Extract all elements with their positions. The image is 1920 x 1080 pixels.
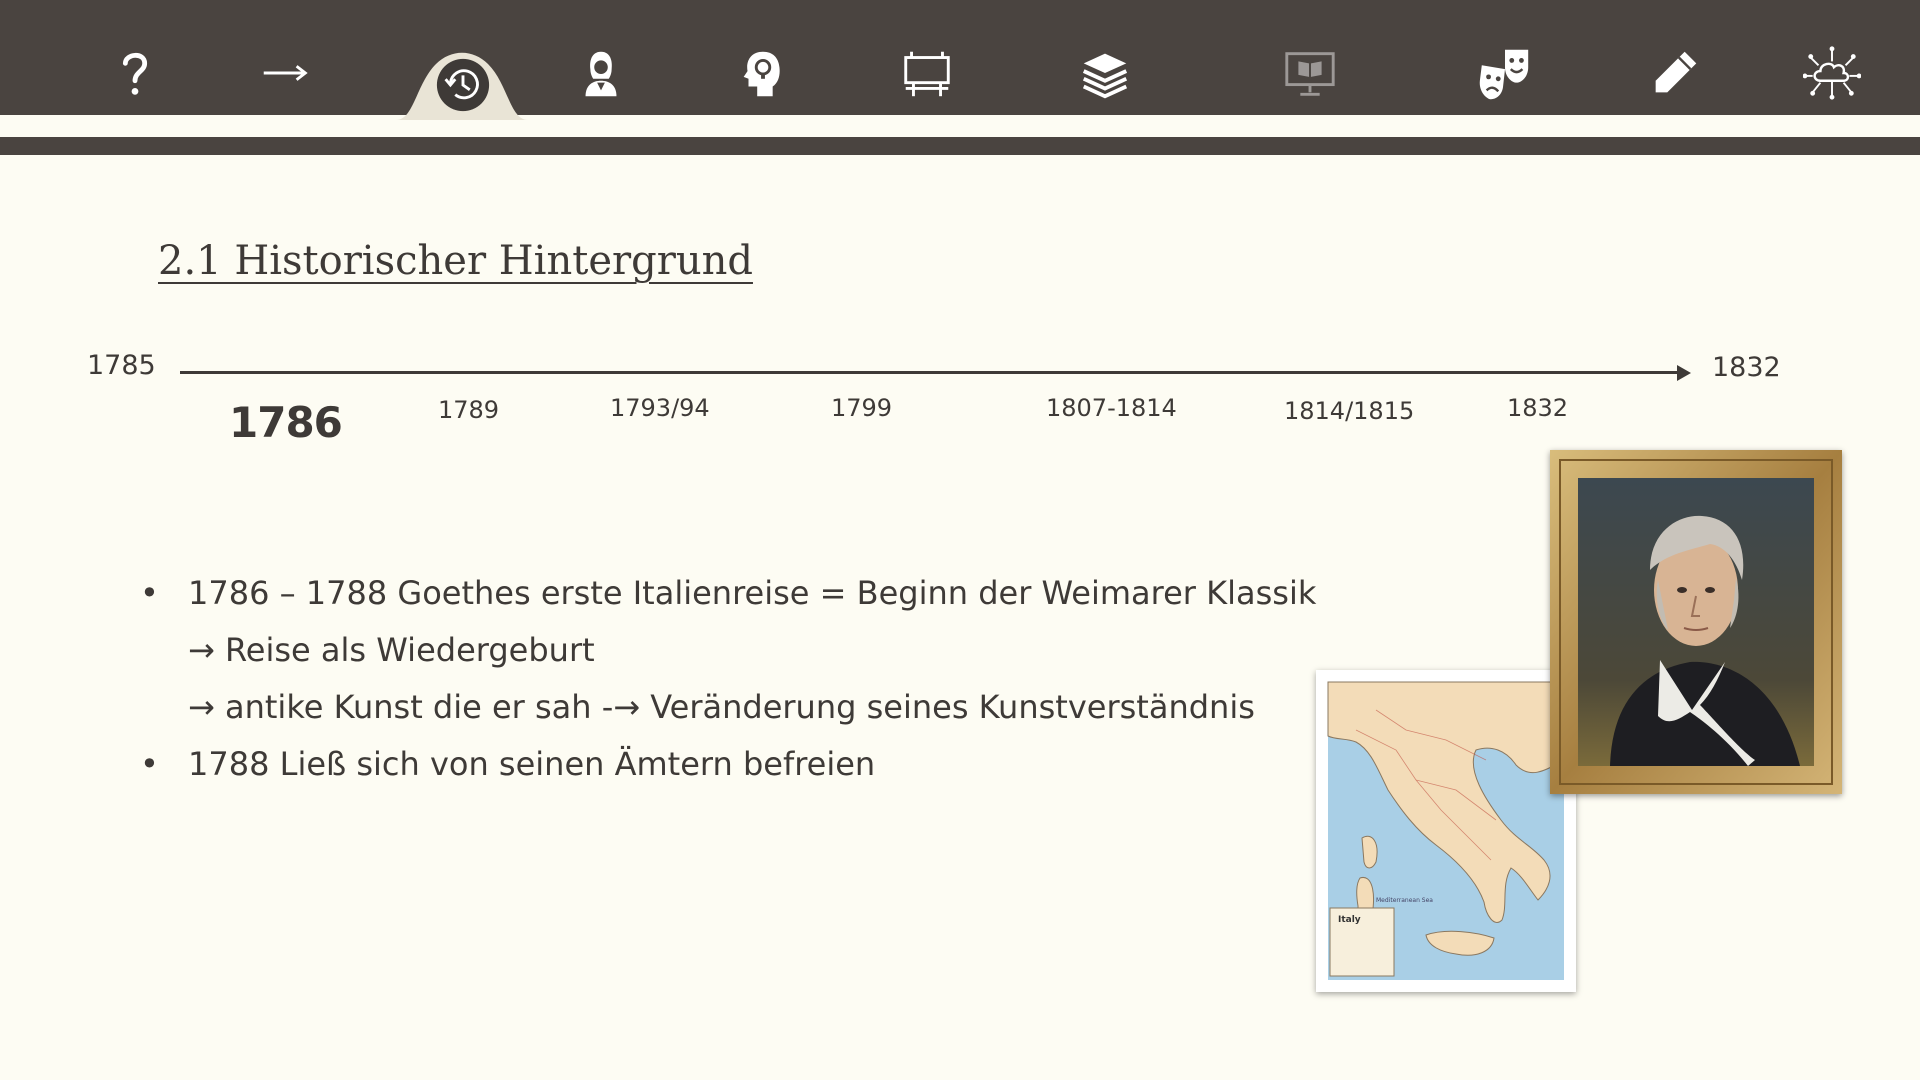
cloud-network-icon <box>1803 46 1861 100</box>
timeline-end-year: 1832 <box>1712 352 1781 383</box>
nav-item-question[interactable] <box>100 38 170 108</box>
author-icon <box>585 51 617 97</box>
list-item-text: 1786 – 1788 Goethes erste Italienreise =… <box>188 574 1317 612</box>
timeline-entry-1793-94[interactable]: 1793/94 <box>610 394 710 422</box>
sea-label: Mediterranean Sea <box>1376 897 1433 904</box>
list-item: → antike Kunst die er sah -→ Veränderung… <box>140 688 1290 745</box>
timeline-axis <box>180 371 1680 374</box>
nav-item-monitor[interactable] <box>1275 38 1345 108</box>
timeline-entry-1789[interactable]: 1789 <box>438 396 499 424</box>
content-list: • 1786 – 1788 Goethes erste Italienreise… <box>140 574 1316 802</box>
list-item-text: → antike Kunst die er sah -→ Veränderung… <box>188 688 1255 726</box>
timeline-entry-1814-1815[interactable]: 1814/1815 <box>1284 397 1414 425</box>
list-item-content: Reise als Wiedergeburt <box>224 631 595 669</box>
monitor-book-icon <box>1285 52 1335 96</box>
arrow-marker: → <box>188 631 215 669</box>
history-icon <box>436 58 490 112</box>
question-icon <box>122 52 148 95</box>
list-item-text: → Reise als Wiedergeburt <box>188 631 595 669</box>
timeline-arrowhead <box>1677 365 1691 381</box>
bullet-marker: • <box>140 745 159 783</box>
head-idea-icon <box>743 51 780 97</box>
nav-separator-gap <box>0 115 1920 137</box>
nav-item-signboard[interactable] <box>892 38 962 108</box>
nav-item-cloud-network[interactable] <box>1797 38 1867 108</box>
books-stack-icon <box>1082 53 1128 99</box>
slide-title: 2.1 Historischer Hintergrund <box>158 238 753 284</box>
list-item-content: antike Kunst die er sah -→ Veränderung s… <box>224 688 1255 726</box>
arrow-marker: → <box>188 688 215 726</box>
nav-item-idea[interactable] <box>728 38 798 108</box>
list-item: • 1786 – 1788 Goethes erste Italienreise… <box>140 574 1316 631</box>
timeline-entry-1807-1814[interactable]: 1807-1814 <box>1046 394 1177 422</box>
theater-masks-icon <box>1479 49 1529 100</box>
map-title-label: Italy <box>1338 915 1361 925</box>
timeline-start-year: 1785 <box>87 350 156 381</box>
italy-map-image: Italy Mediterranean Sea <box>1316 670 1576 992</box>
nav-item-author[interactable] <box>566 38 636 108</box>
pencil-icon <box>1655 51 1697 93</box>
nav-underline-bar <box>0 137 1920 155</box>
nav-item-arrow[interactable] <box>250 38 320 108</box>
list-item: → Reise als Wiedergeburt <box>140 631 1290 688</box>
arrow-right-icon <box>263 65 308 81</box>
goethe-portrait-image <box>1550 450 1842 794</box>
nav-item-theater[interactable] <box>1470 38 1540 108</box>
list-item: • 1788 Ließ sich von seinen Ämtern befre… <box>140 745 1290 802</box>
timeline-entry-1832[interactable]: 1832 <box>1507 394 1568 422</box>
list-item-text: 1788 Ließ sich von seinen Ämtern befreie… <box>188 745 876 783</box>
signboard-icon <box>904 51 950 97</box>
nav-item-history[interactable] <box>428 50 498 120</box>
timeline-entry-1799[interactable]: 1799 <box>831 394 892 422</box>
nav-item-pencil[interactable] <box>1640 38 1710 108</box>
nav-item-books[interactable] <box>1070 38 1140 108</box>
timeline-entry-1786[interactable]: 1786 <box>229 398 343 447</box>
bullet-marker: • <box>140 574 159 612</box>
